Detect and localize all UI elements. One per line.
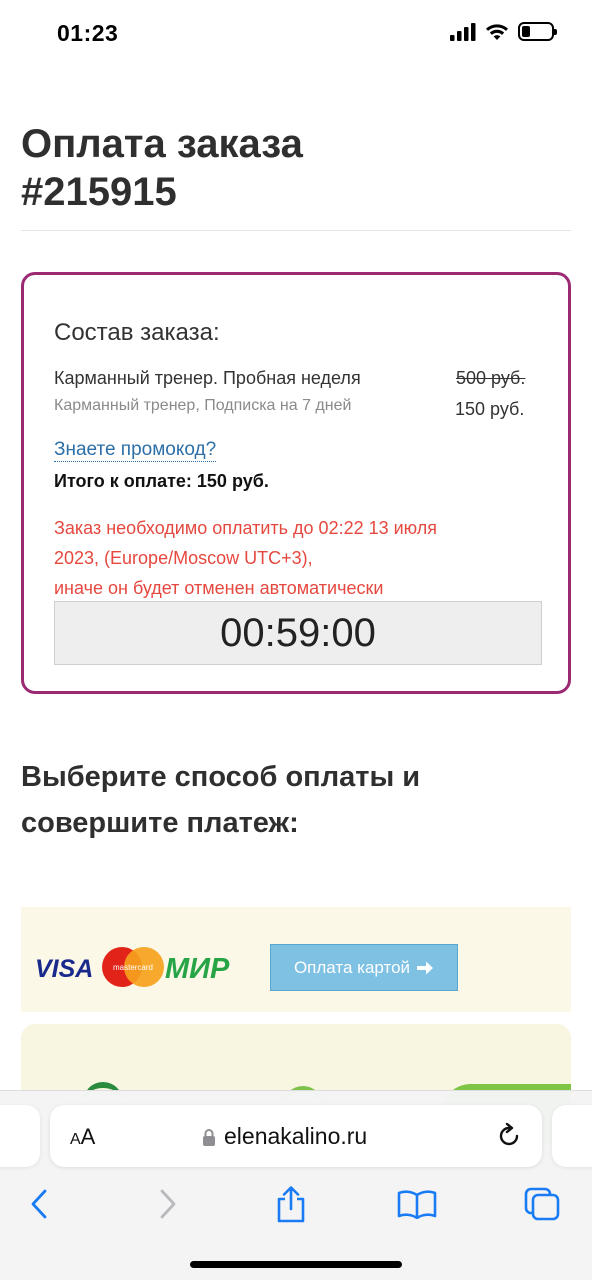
price-new: 150 руб. bbox=[455, 399, 525, 419]
share-button[interactable] bbox=[266, 1179, 316, 1229]
url-display[interactable]: elenakalino.ru bbox=[202, 1123, 367, 1150]
text-size-button[interactable]: AA bbox=[70, 1124, 95, 1150]
mastercard-logo: mastercard bbox=[113, 963, 153, 972]
home-indicator bbox=[190, 1261, 402, 1268]
next-tab-preview[interactable] bbox=[552, 1105, 592, 1167]
book-icon bbox=[397, 1190, 437, 1219]
status-bar: 01:23 bbox=[0, 0, 592, 70]
arrow-right-icon bbox=[417, 961, 434, 974]
bookmarks-button[interactable] bbox=[392, 1179, 442, 1229]
order-heading: Состав заказа: bbox=[54, 319, 220, 346]
text-size-small-a: A bbox=[70, 1131, 81, 1148]
previous-tab-preview[interactable] bbox=[0, 1105, 40, 1167]
share-icon bbox=[277, 1186, 305, 1223]
text-size-large-a: A bbox=[80, 1124, 96, 1149]
order-item-subtitle: Карманный тренер, Подписка на 7 дней bbox=[54, 397, 352, 414]
countdown-timer: 00:59:00 bbox=[54, 601, 542, 665]
back-button[interactable] bbox=[14, 1179, 64, 1229]
price-old: 500 руб. bbox=[456, 368, 526, 388]
page-root: 01:23 Оплата заказа #215915 Состав заказ… bbox=[0, 0, 592, 1280]
order-total: Итого к оплате: 150 руб. bbox=[54, 471, 269, 491]
card-payment-option: VISA mastercard МИР Оплата картой bbox=[21, 907, 571, 1012]
tabs-icon bbox=[524, 1187, 560, 1221]
chevron-right-icon bbox=[160, 1189, 176, 1219]
order-item-name: Карманный тренер. Пробная неделя bbox=[54, 368, 361, 388]
order-number: #215915 bbox=[21, 170, 177, 214]
order-summary-box: Состав заказа: Карманный тренер. Пробная… bbox=[21, 272, 571, 694]
status-time: 01:23 bbox=[57, 20, 119, 46]
status-icons bbox=[450, 22, 557, 41]
warning-line-3: иначе он будет отменен автоматически bbox=[54, 578, 384, 598]
pay-by-card-button[interactable]: Оплата картой bbox=[270, 944, 458, 991]
browser-nav-row bbox=[0, 1179, 592, 1229]
payment-heading-line2: совершите платеж: bbox=[21, 807, 299, 839]
payment-deadline-warning: Заказ необходимо оплатить до 02:22 13 ию… bbox=[54, 513, 534, 603]
battery-icon bbox=[518, 22, 557, 41]
reload-icon[interactable] bbox=[494, 1121, 524, 1151]
chevron-left-icon bbox=[31, 1189, 47, 1219]
payment-heading: Выберите способ оплаты и совершите плате… bbox=[21, 754, 561, 846]
lock-icon bbox=[203, 1128, 215, 1146]
browser-toolbar: AA elenakalino.ru bbox=[0, 1090, 592, 1280]
payment-heading-line1: Выберите способ оплаты и bbox=[21, 761, 421, 793]
url-text: elenakalino.ru bbox=[224, 1123, 368, 1149]
pay-by-card-label: Оплата картой bbox=[293, 957, 411, 977]
wifi-icon bbox=[486, 23, 508, 40]
title-divider bbox=[21, 230, 571, 231]
page-title-line1: Оплата заказа bbox=[21, 122, 303, 166]
cellular-signal-icon bbox=[450, 22, 476, 41]
forward-button[interactable] bbox=[143, 1179, 193, 1229]
promo-code-link[interactable]: Знаете промокод? bbox=[54, 439, 217, 462]
warning-line-1: Заказ необходимо оплатить до 02:22 13 ию… bbox=[54, 518, 438, 538]
payment-systems-logos: VISA mastercard МИР bbox=[35, 947, 230, 987]
page-title: Оплата заказа #215915 bbox=[21, 120, 561, 216]
visa-logo: VISA bbox=[35, 955, 93, 983]
warning-line-2: 2023, (Europe/Moscow UTC+3), bbox=[54, 548, 313, 568]
address-bar[interactable]: AA elenakalino.ru bbox=[50, 1105, 542, 1167]
tabs-button[interactable] bbox=[517, 1179, 567, 1229]
mir-logo: МИР bbox=[165, 953, 230, 985]
